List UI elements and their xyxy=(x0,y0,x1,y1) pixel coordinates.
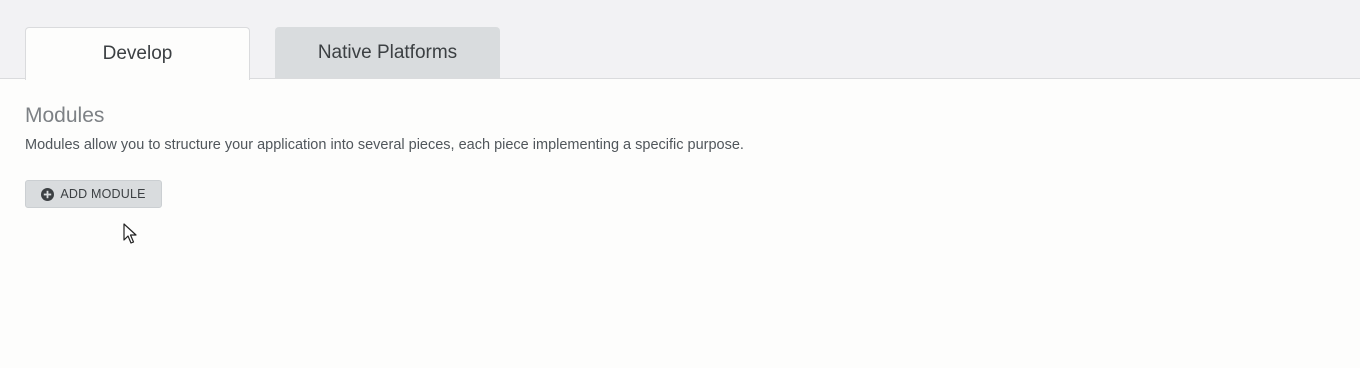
tab-native-platforms-label: Native Platforms xyxy=(317,41,458,63)
add-module-label: ADD MODULE xyxy=(60,187,146,201)
mouse-pointer-icon xyxy=(123,223,137,244)
tab-develop[interactable]: Develop xyxy=(25,27,250,80)
section-description: Modules allow you to structure your appl… xyxy=(25,137,744,153)
add-module-button[interactable]: ADD MODULE xyxy=(25,180,162,208)
tab-bar: Develop Native Platforms xyxy=(0,0,1360,80)
page: Develop Native Platforms Modules Modules… xyxy=(0,0,1360,368)
tab-native-platforms[interactable]: Native Platforms xyxy=(275,27,500,78)
tab-develop-label: Develop xyxy=(102,43,173,64)
plus-circle-icon xyxy=(41,187,55,201)
section-title: Modules xyxy=(25,104,105,127)
